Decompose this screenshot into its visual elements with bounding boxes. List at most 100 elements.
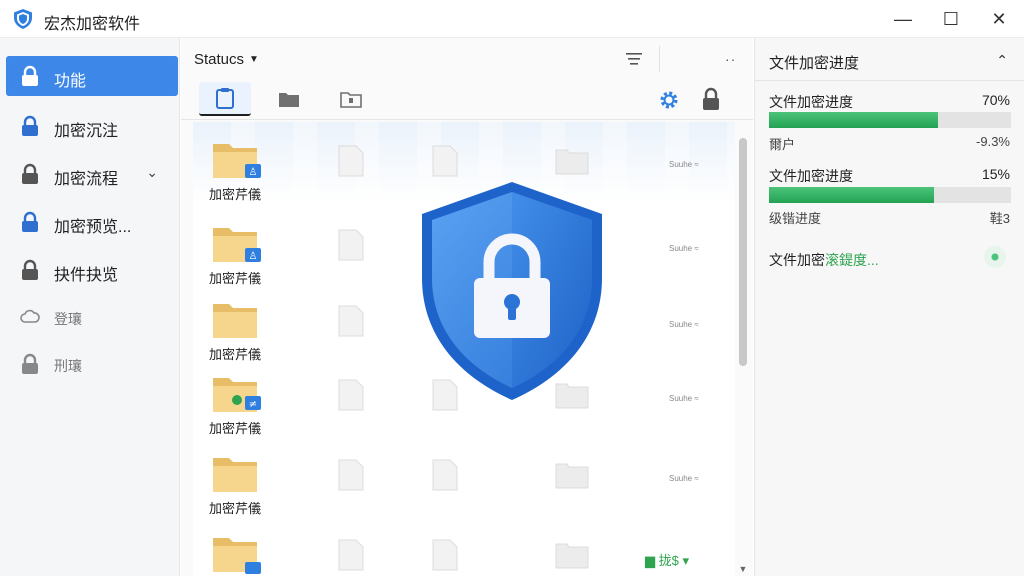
file-label: 加密芹儀: [209, 187, 262, 202]
sidebar-item-label: 加密沉注: [54, 123, 119, 140]
sidebar-item-label: 加密流程: [54, 171, 119, 188]
folder-icon[interactable]: ≠: [211, 372, 263, 414]
list-item[interactable]: 加密芹儀 Suuhe ≈: [193, 440, 735, 518]
view-tabs: [181, 80, 753, 120]
tab-archive[interactable]: [325, 82, 377, 116]
file-placeholder-icon: [338, 229, 364, 261]
sidebar-item-label: 功能: [54, 73, 87, 90]
sidebar: 功能 加密沉注 加密流程 ⌄ 加密预览... 抉件抉览 登瓖 刑瓖: [0, 38, 180, 576]
folder-icon[interactable]: [211, 532, 263, 574]
file-placeholder-icon: [338, 379, 364, 411]
tab-folder[interactable]: [263, 82, 315, 116]
progress-percent: 15%: [981, 166, 1010, 182]
scrollbar[interactable]: ▼: [737, 138, 749, 576]
tab-clipboard[interactable]: [199, 82, 251, 116]
file-label: 加密芹儀: [209, 421, 262, 436]
list-item[interactable]: ▆ 拢$ ▾: [193, 520, 735, 576]
sidebar-item-logout[interactable]: 刑瓖: [6, 344, 178, 384]
svg-text:♙: ♙: [249, 167, 258, 178]
file-placeholder-icon: [338, 305, 364, 337]
folder-icon[interactable]: ♙: [211, 138, 263, 180]
row-status: Suuhe ≈: [669, 320, 699, 329]
sidebar-item-login[interactable]: 登瓖: [6, 297, 178, 337]
cloud-icon: [20, 309, 40, 323]
row-status: Suuhe ≈: [669, 474, 699, 483]
lock-icon: [22, 115, 38, 136]
status-indicator-icon: [984, 246, 1006, 268]
progress-percent: 70%: [981, 92, 1010, 108]
row-status: Suuhe ≈: [669, 160, 699, 169]
folder-placeholder-icon: [555, 543, 589, 569]
file-placeholder-icon: [338, 459, 364, 491]
scrollbar-thumb[interactable]: [739, 138, 747, 366]
title-bar: 宏杰加密软件 — ☐ ✕: [0, 0, 1024, 38]
sidebar-item-encrypt-note[interactable]: 加密沉注: [6, 106, 178, 146]
row-status-sync[interactable]: ▆ 拢$ ▾: [645, 550, 689, 569]
close-button[interactable]: ✕: [974, 0, 1024, 38]
panel-title: 文件加密进度: [769, 55, 860, 72]
speed-label-prefix: 文件加密: [769, 252, 825, 268]
progress-bar: [769, 187, 1011, 203]
folder-icon[interactable]: ♙: [211, 222, 263, 264]
progress-sub-label: 爾户: [769, 137, 796, 152]
folder-placeholder-icon: [555, 463, 589, 489]
sidebar-item-features[interactable]: 功能: [6, 56, 178, 96]
progress-bar: [769, 112, 1011, 128]
minimize-button[interactable]: —: [878, 0, 928, 38]
sidebar-item-label: 加密预览...: [54, 219, 132, 236]
toolbar-divider: [659, 46, 660, 72]
toolbar: Statucs ▼ ··: [181, 38, 753, 80]
clipboard-icon: [216, 88, 234, 109]
sidebar-item-label: 登瓖: [54, 311, 82, 327]
file-label: 加密芹儀: [209, 271, 262, 286]
file-placeholder-icon: [338, 539, 364, 571]
lock-icon[interactable]: [701, 87, 721, 111]
progress-sub-label: 级锴进度: [769, 211, 822, 226]
progress-label: 文件加密进度: [769, 94, 853, 110]
file-placeholder-icon: [338, 145, 364, 177]
file-label: 加密芹儀: [209, 501, 262, 516]
progress-sub-value: 鞋3: [989, 211, 1010, 226]
divider: [755, 80, 1024, 81]
lock-icon: [22, 353, 38, 374]
sidebar-item-encrypt-flow[interactable]: 加密流程 ⌄: [6, 154, 178, 194]
folder-icon[interactable]: [211, 298, 263, 340]
gear-icon[interactable]: [657, 88, 681, 112]
speed-label: 文件加密滚鍉度...: [769, 250, 879, 270]
scroll-down-arrow[interactable]: ▼: [737, 564, 749, 576]
progress-sub-value: -9.3%: [976, 134, 1010, 149]
progress-bar-fill: [769, 112, 939, 128]
folder-icon[interactable]: [211, 452, 263, 494]
collapse-icon[interactable]: ⌃: [996, 52, 1008, 69]
status-dropdown[interactable]: Statucs ▼: [194, 51, 259, 68]
lock-icon: [22, 65, 38, 86]
status-dropdown-label: Statucs: [194, 51, 245, 68]
caret-down-icon: ▼: [249, 54, 259, 65]
file-placeholder-icon: [432, 145, 458, 177]
file-placeholder-icon: [432, 459, 458, 491]
maximize-button[interactable]: ☐: [926, 0, 976, 38]
speed-label-value: 滚鍉度...: [825, 252, 879, 268]
row-status: Suuhe ≈: [669, 244, 699, 253]
app-shield-icon: [14, 9, 32, 29]
lock-icon: [22, 259, 38, 280]
more-icon[interactable]: ··: [725, 51, 736, 67]
archive-icon: [340, 92, 362, 108]
sidebar-item-label: 抉件抉览: [54, 267, 119, 284]
lock-icon: [22, 211, 38, 232]
lock-icon: [22, 163, 38, 184]
folder-placeholder-icon: [555, 149, 589, 175]
sidebar-item-file-browse[interactable]: 抉件抉览: [6, 250, 178, 290]
progress-bar-fill: [769, 187, 934, 203]
filter-icon[interactable]: [624, 50, 644, 68]
app-title: 宏杰加密软件: [44, 16, 141, 33]
svg-text:≠: ≠: [249, 399, 257, 410]
svg-text:♙: ♙: [249, 251, 258, 262]
row-status: Suuhe ≈: [669, 394, 699, 403]
progress-label: 文件加密进度: [769, 168, 853, 184]
shield-lock-icon: [422, 182, 602, 400]
progress-panel: 文件加密进度 ⌃ 文件加密进度 70% 爾户 -9.3% 文件加密进度 15% …: [754, 38, 1024, 576]
folder-icon: [279, 93, 299, 107]
chevron-down-icon[interactable]: ⌄: [146, 164, 158, 181]
sidebar-item-encrypt-preview[interactable]: 加密预览...: [6, 202, 178, 242]
